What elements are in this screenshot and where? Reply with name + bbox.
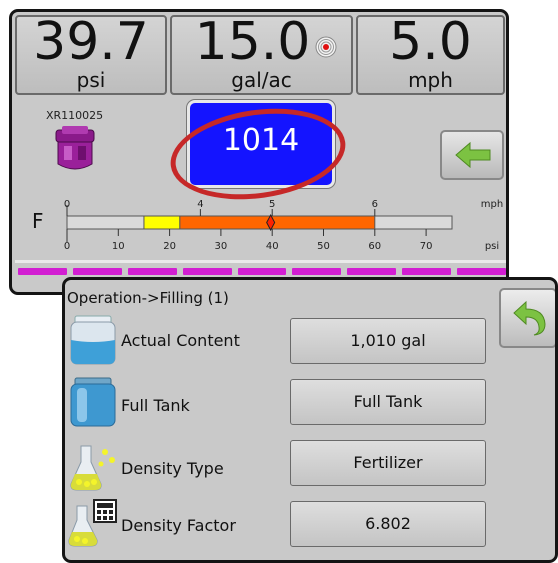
boom-section[interactable] — [347, 268, 397, 275]
density-factor-label: Density Factor — [121, 516, 236, 535]
psi-tick-label: 60 — [368, 241, 381, 252]
density-factor-button[interactable]: 6.802 — [290, 501, 486, 547]
gauge-psi-unit: psi — [485, 241, 499, 252]
gauge-orange-range — [179, 215, 376, 230]
density-type-label: Density Type — [121, 459, 224, 478]
speed-unit: mph — [408, 68, 453, 92]
mph-tick-label: 6 — [372, 199, 378, 210]
actual-content-value-button[interactable]: 1,010 gal — [290, 318, 486, 364]
psi-tick-label: 20 — [163, 241, 176, 252]
gauge-label: F — [32, 209, 44, 233]
gauge-mph-unit: mph — [481, 199, 503, 210]
mph-tick-label: 4 — [197, 199, 203, 210]
full-tank-label: Full Tank — [121, 396, 190, 415]
flask-icon — [70, 445, 115, 491]
nozzle-label: XR110025 — [46, 109, 104, 122]
panel-title: Operation->Filling (1) — [67, 289, 229, 307]
mph-tick-label: 5 — [269, 199, 275, 210]
psi-tick-label: 40 — [266, 241, 279, 252]
speed-value: 5.0 — [389, 12, 472, 72]
gauge-yellow-range — [143, 215, 181, 230]
flask-calculator-icon — [68, 499, 117, 547]
psi-tick-label: 0 — [64, 241, 70, 252]
boom-section[interactable] — [457, 268, 506, 275]
filling-panel: Operation->Filling (1) Actual Content 1,… — [62, 277, 558, 563]
application-rate-readout[interactable]: 15.0 gal/ac — [170, 14, 353, 95]
pressure-unit: psi — [76, 68, 106, 92]
back-arrow-button[interactable] — [440, 130, 504, 180]
boom-section[interactable] — [182, 268, 232, 275]
tank-icon — [70, 315, 116, 365]
section-divider-line — [15, 260, 506, 263]
psi-tick-label: 30 — [215, 241, 228, 252]
boom-section[interactable] — [18, 268, 67, 275]
full-tank-icon — [70, 377, 116, 427]
return-arrow-icon — [513, 300, 546, 336]
nozzle-icon[interactable] — [52, 124, 98, 176]
actual-content-label: Actual Content — [121, 331, 240, 350]
left-arrow-icon — [455, 141, 491, 169]
boom-section[interactable] — [292, 268, 342, 275]
target-icon — [315, 36, 337, 58]
mph-tick-label: 0 — [64, 199, 70, 210]
boom-section[interactable] — [72, 268, 122, 275]
psi-tick-label: 70 — [420, 241, 433, 252]
return-button[interactable] — [499, 288, 555, 348]
density-type-button[interactable]: Fertilizer — [290, 440, 486, 486]
boom-section[interactable] — [127, 268, 177, 275]
boom-section[interactable] — [237, 268, 287, 275]
psi-tick-label: 10 — [112, 241, 125, 252]
pressure-readout[interactable]: 39.7 psi — [15, 12, 167, 95]
full-tank-button[interactable]: Full Tank — [290, 379, 486, 425]
speed-readout[interactable]: 5.0 mph — [356, 12, 505, 95]
pressure-value: 39.7 — [33, 12, 149, 72]
psi-tick-label: 50 — [317, 241, 330, 252]
pressure-speed-gauge: 0 4 5 6 0 10 20 30 40 50 60 70 mph psi — [64, 199, 503, 252]
application-rate-unit: gal/ac — [231, 68, 292, 92]
boom-section[interactable] — [402, 268, 452, 275]
spray-display-panel: 39.7 psi 15.0 gal/ac 5.0 mph XR110025 10… — [9, 9, 509, 295]
